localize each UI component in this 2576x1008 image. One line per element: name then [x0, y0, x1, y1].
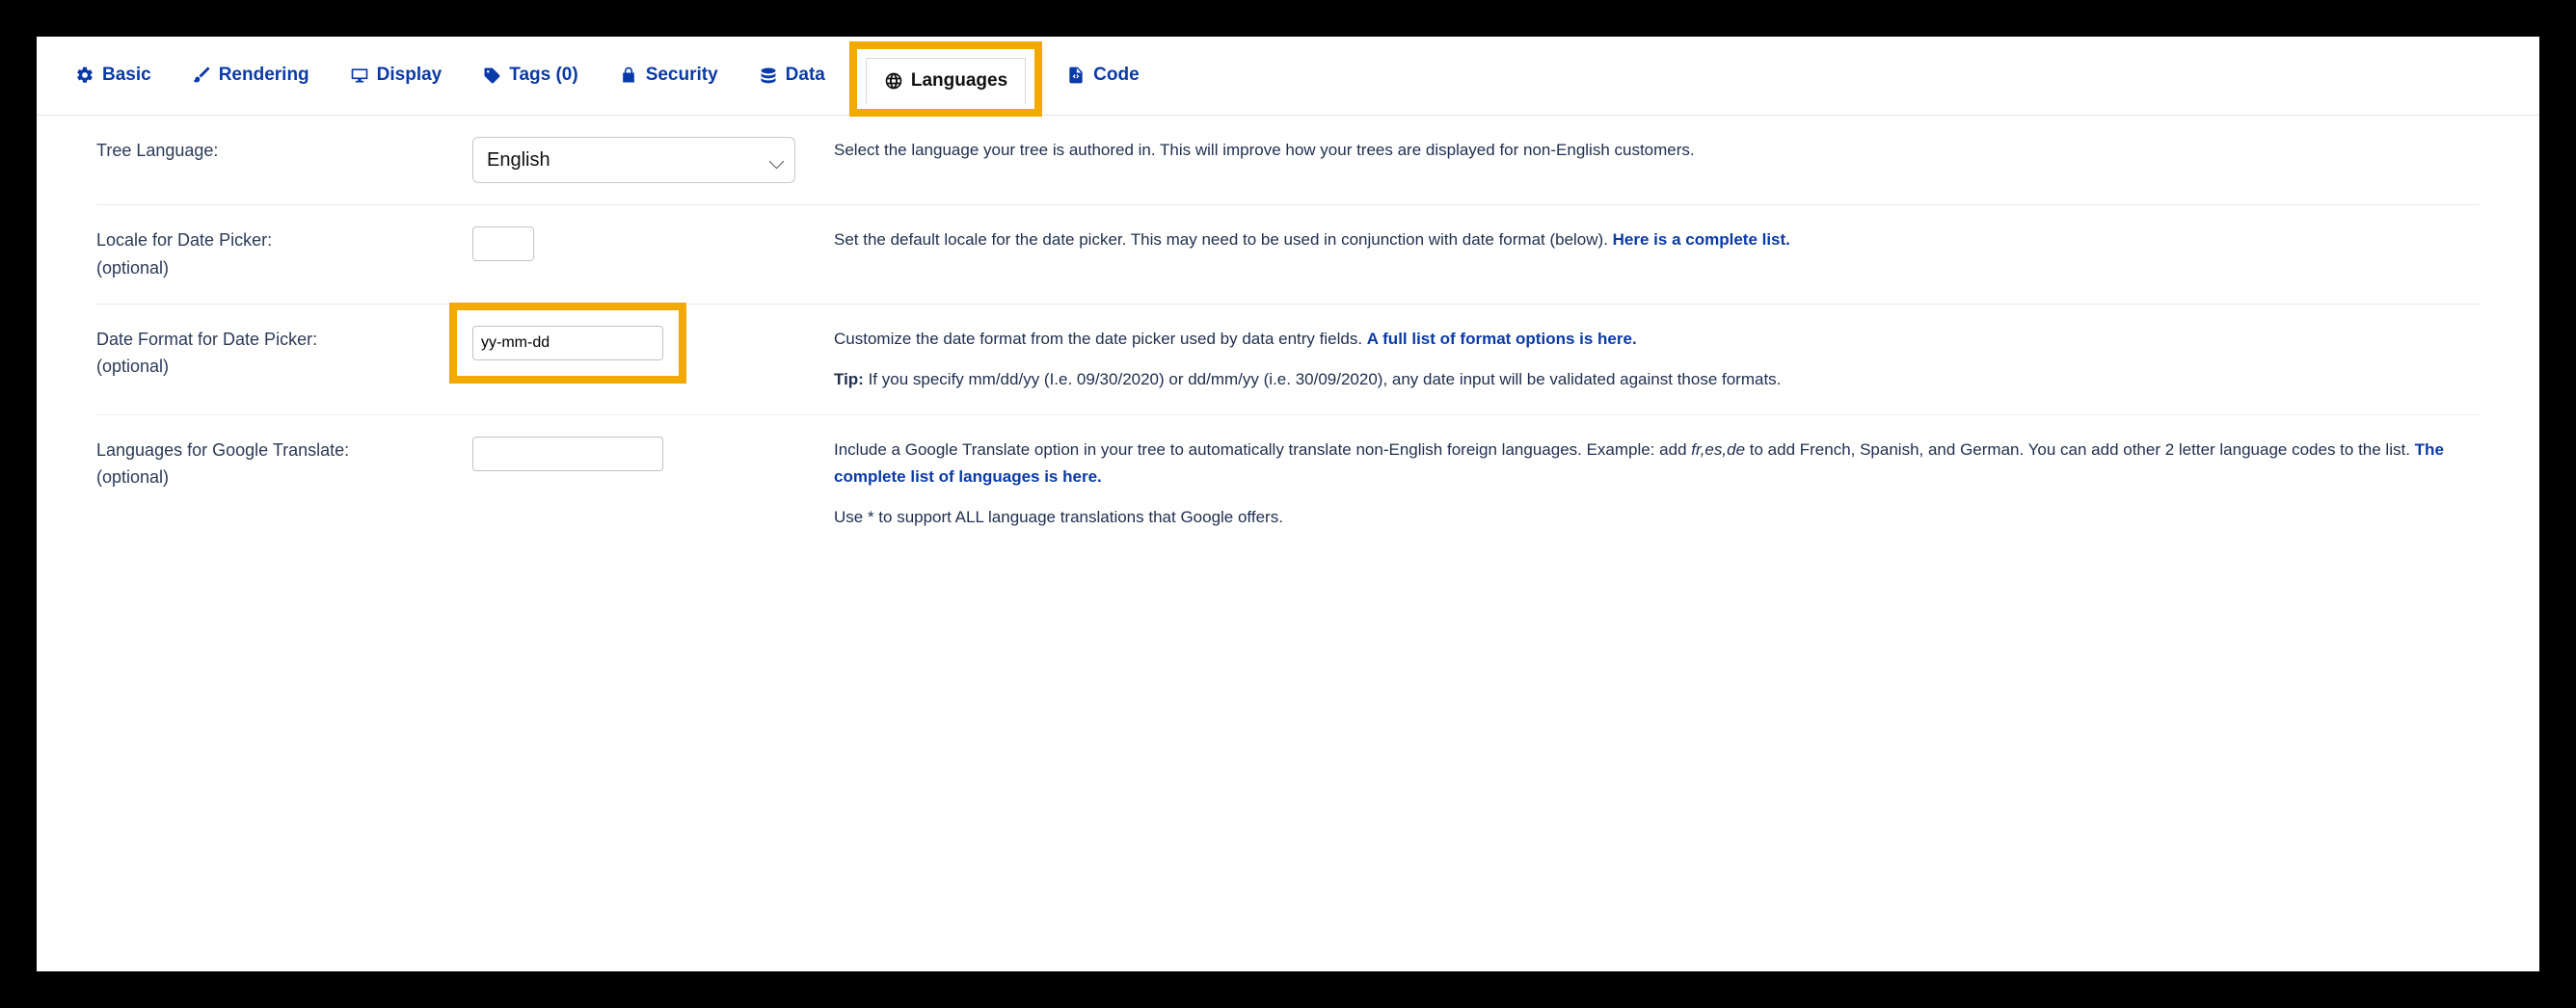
monitor-icon [350, 66, 369, 85]
google-translate-input[interactable] [472, 437, 663, 471]
tab-security[interactable]: Security [619, 65, 718, 86]
help-text: Set the default locale for the date pick… [834, 226, 2480, 253]
help-text: Include a Google Translate option in you… [834, 437, 2480, 491]
row-google-translate: Languages for Google Translate: (optiona… [96, 415, 2480, 552]
help-text: Customize the date format from the date … [834, 326, 2480, 353]
tab-tags[interactable]: Tags (0) [482, 65, 577, 86]
help-link[interactable]: A full list of format options is here. [1367, 330, 1637, 348]
tab-label: Basic [102, 65, 151, 86]
help-tip: Tip: If you specify mm/dd/yy (I.e. 09/30… [834, 366, 2480, 393]
tab-label: Code [1093, 65, 1140, 86]
lock-icon [619, 66, 638, 85]
tab-label: Display [377, 65, 443, 86]
tab-label: Tags (0) [509, 65, 577, 86]
field-label: Languages for Google Translate: [96, 437, 453, 464]
field-sublabel: (optional) [96, 254, 453, 282]
date-format-input[interactable] [472, 326, 663, 360]
tabs-bar: Basic Rendering Display Tags (0) [37, 37, 2539, 116]
locale-input[interactable] [472, 226, 534, 261]
brush-icon [192, 66, 211, 85]
database-icon [759, 66, 778, 85]
tab-basic[interactable]: Basic [75, 65, 151, 86]
field-label: Locale for Date Picker: [96, 226, 453, 254]
tab-display[interactable]: Display [350, 65, 443, 86]
tab-rendering[interactable]: Rendering [192, 65, 309, 86]
tab-label: Languages [911, 70, 1007, 92]
field-sublabel: (optional) [96, 353, 453, 381]
help-link[interactable]: Here is a complete list. [1613, 230, 1790, 249]
row-date-format: Date Format for Date Picker: (optional) … [96, 305, 2480, 415]
languages-form: Tree Language: English Select the langua… [37, 116, 2539, 552]
row-locale: Locale for Date Picker: (optional) Set t… [96, 205, 2480, 305]
tab-label: Data [786, 65, 825, 86]
settings-page: Basic Rendering Display Tags (0) [37, 37, 2539, 971]
tab-code[interactable]: Code [1066, 65, 1140, 86]
tree-language-select[interactable]: English [472, 137, 795, 183]
help-text: Select the language your tree is authore… [834, 137, 2480, 164]
gear-icon [75, 66, 94, 85]
tab-languages[interactable]: Languages [866, 58, 1026, 104]
field-sublabel: (optional) [96, 464, 453, 491]
row-tree-language: Tree Language: English Select the langua… [96, 116, 2480, 205]
tab-label: Security [646, 65, 718, 86]
tab-label: Rendering [219, 65, 309, 86]
tag-icon [482, 66, 501, 85]
field-label: Date Format for Date Picker: [96, 326, 453, 354]
tab-data[interactable]: Data [759, 65, 825, 86]
globe-icon [884, 71, 903, 91]
help-extra: Use * to support ALL language translatio… [834, 504, 2480, 531]
code-file-icon [1066, 66, 1086, 85]
field-label: Tree Language: [96, 137, 453, 183]
callout-highlight [449, 303, 686, 384]
